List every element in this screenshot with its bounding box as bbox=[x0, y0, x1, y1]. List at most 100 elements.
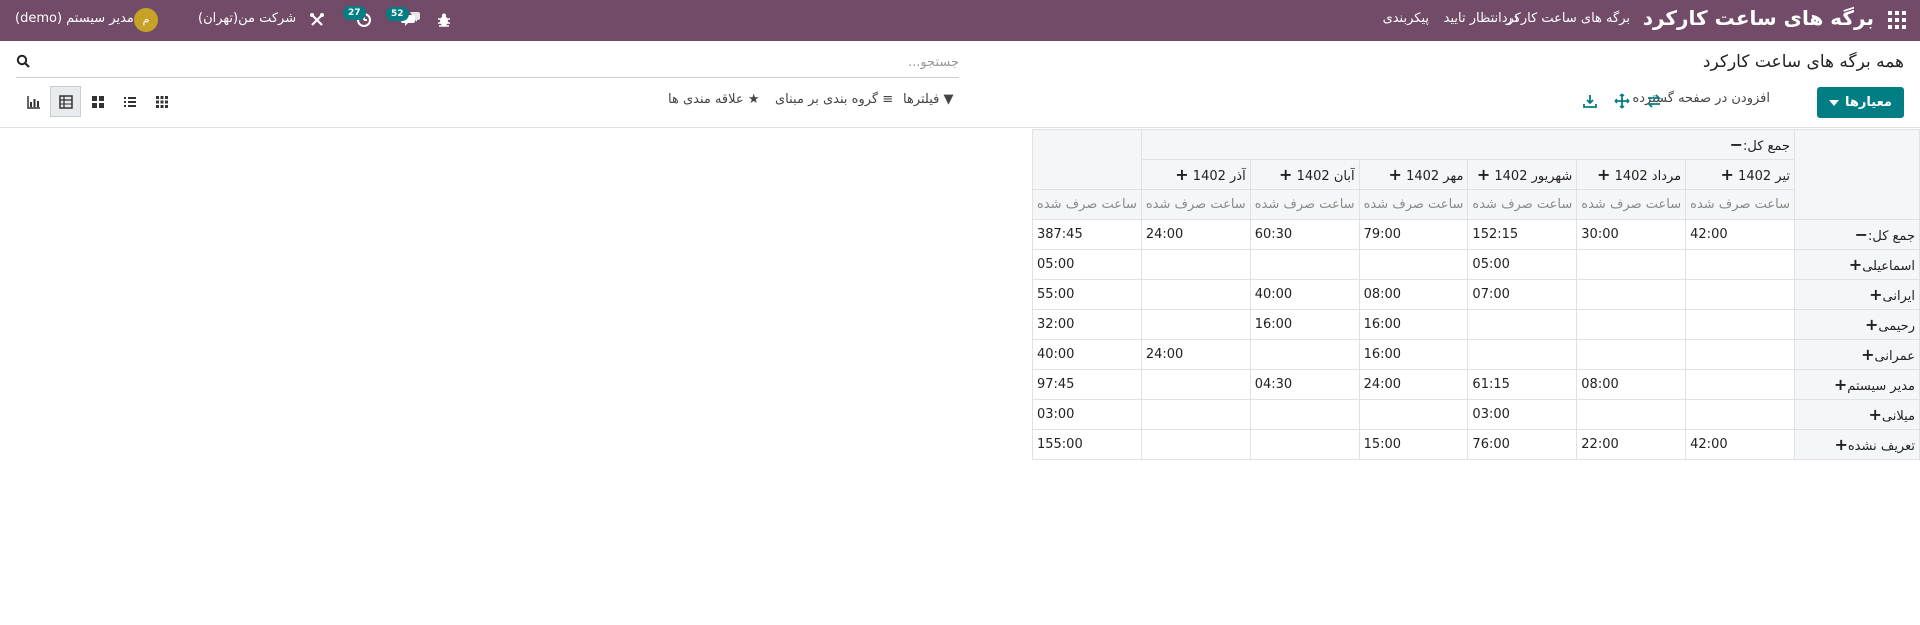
view-switch-list[interactable] bbox=[114, 86, 145, 117]
favorites-button[interactable]: ★ علاقه مندی ها bbox=[668, 92, 759, 107]
row-header[interactable]: عمرانی+ bbox=[1794, 339, 1920, 370]
menu-configuration[interactable]: پیکربندی bbox=[1383, 11, 1429, 26]
row-total-cell[interactable]: 97:45 bbox=[1031, 369, 1142, 400]
groupby-button[interactable]: ≡ گروه بندی بر مبنای bbox=[775, 92, 893, 107]
row-header[interactable]: مدیر سیستم+ bbox=[1794, 369, 1920, 400]
total-cell[interactable]: 60:30 bbox=[1249, 219, 1360, 250]
grand-total-cell[interactable]: 387:45 bbox=[1031, 219, 1142, 250]
measure-header[interactable]: ساعت صرف شده bbox=[1576, 189, 1687, 220]
search-input[interactable] bbox=[59, 50, 959, 74]
table-cell[interactable] bbox=[1140, 369, 1251, 400]
row-header[interactable]: میلانی+ bbox=[1794, 399, 1920, 430]
table-cell[interactable]: 16:00 bbox=[1249, 309, 1360, 340]
total-cell[interactable]: 79:00 bbox=[1358, 219, 1469, 250]
table-cell[interactable]: 61:15 bbox=[1467, 369, 1578, 400]
table-cell[interactable] bbox=[1249, 339, 1360, 370]
total-cell[interactable]: 24:00 bbox=[1140, 219, 1251, 250]
app-brand[interactable]: برگه های ساعت کارکرد bbox=[1643, 6, 1874, 30]
search-icon[interactable] bbox=[16, 54, 30, 68]
table-cell[interactable] bbox=[1140, 429, 1251, 460]
table-cell[interactable] bbox=[1685, 339, 1795, 370]
table-cell[interactable]: 24:00 bbox=[1140, 339, 1251, 370]
row-header[interactable]: اسماعیلی+ bbox=[1794, 249, 1920, 280]
menu-to-validate[interactable]: در انتظار تایید bbox=[1444, 11, 1518, 26]
view-switch-kanban[interactable] bbox=[82, 86, 113, 117]
table-cell[interactable]: 16:00 bbox=[1358, 309, 1469, 340]
table-cell[interactable]: 22:00 bbox=[1576, 429, 1687, 460]
row-total-cell[interactable]: 40:00 bbox=[1031, 339, 1142, 370]
row-total-cell[interactable]: 03:00 bbox=[1031, 399, 1142, 430]
table-cell[interactable]: 07:00 bbox=[1467, 279, 1578, 310]
table-cell[interactable]: 08:00 bbox=[1358, 279, 1469, 310]
table-cell[interactable] bbox=[1140, 279, 1251, 310]
tools-icon[interactable] bbox=[309, 12, 325, 28]
measure-header[interactable]: ساعت صرف شده bbox=[1031, 189, 1142, 220]
row-header-total[interactable]: جمع کل:− bbox=[1794, 219, 1920, 250]
table-cell[interactable]: 04:30 bbox=[1249, 369, 1360, 400]
row-total-cell[interactable]: 05:00 bbox=[1031, 249, 1142, 280]
table-cell[interactable] bbox=[1358, 249, 1469, 280]
view-switch-pivot[interactable] bbox=[50, 86, 81, 117]
avatar[interactable]: م bbox=[134, 8, 158, 32]
table-cell[interactable] bbox=[1685, 399, 1795, 430]
apps-menu-icon[interactable] bbox=[1888, 11, 1906, 29]
row-total-cell[interactable]: 155:00 bbox=[1031, 429, 1142, 460]
flip-axis-icon[interactable] bbox=[1646, 93, 1662, 109]
row-total-cell[interactable]: 55:00 bbox=[1031, 279, 1142, 310]
measure-header[interactable]: ساعت صرف شده bbox=[1467, 189, 1578, 220]
row-total-cell[interactable]: 32:00 bbox=[1031, 309, 1142, 340]
table-cell[interactable] bbox=[1358, 399, 1469, 430]
total-cell[interactable]: 152:15 bbox=[1467, 219, 1578, 250]
table-cell[interactable] bbox=[1685, 279, 1795, 310]
measures-button[interactable]: معیارها bbox=[1817, 87, 1904, 118]
table-cell[interactable] bbox=[1685, 249, 1795, 280]
row-header[interactable]: تعریف نشده+ bbox=[1794, 429, 1920, 460]
table-cell[interactable] bbox=[1576, 399, 1687, 430]
menu-timesheets[interactable]: برگه های ساعت کارکرد bbox=[1502, 11, 1630, 26]
col-header-month[interactable]: تیر 1402 + bbox=[1685, 159, 1795, 190]
total-cell[interactable]: 30:00 bbox=[1576, 219, 1687, 250]
filters-button[interactable]: ▼ فیلترها bbox=[903, 92, 954, 107]
measure-header[interactable]: ساعت صرف شده bbox=[1685, 189, 1795, 220]
table-cell[interactable]: 05:00 bbox=[1467, 249, 1578, 280]
table-cell[interactable]: 03:00 bbox=[1467, 399, 1578, 430]
table-cell[interactable] bbox=[1576, 339, 1687, 370]
company-switcher[interactable]: شرکت من(تهران) bbox=[198, 11, 296, 26]
expand-all-icon[interactable] bbox=[1614, 93, 1630, 109]
download-icon[interactable] bbox=[1582, 93, 1598, 109]
table-cell[interactable] bbox=[1685, 309, 1795, 340]
table-cell[interactable] bbox=[1685, 369, 1795, 400]
table-cell[interactable]: 42:00 bbox=[1685, 429, 1795, 460]
table-cell[interactable]: 08:00 bbox=[1576, 369, 1687, 400]
table-cell[interactable] bbox=[1576, 309, 1687, 340]
measure-header[interactable]: ساعت صرف شده bbox=[1358, 189, 1469, 220]
table-cell[interactable] bbox=[1249, 399, 1360, 430]
table-cell[interactable] bbox=[1467, 339, 1578, 370]
table-cell[interactable] bbox=[1467, 309, 1578, 340]
table-cell[interactable] bbox=[1140, 399, 1251, 430]
col-header-month[interactable]: مهر 1402 + bbox=[1358, 159, 1469, 190]
col-header-month[interactable]: شهریور 1402 + bbox=[1467, 159, 1578, 190]
user-menu[interactable]: مدیر سیستم (demo) bbox=[15, 11, 134, 26]
table-cell[interactable]: 15:00 bbox=[1358, 429, 1469, 460]
measure-header[interactable]: ساعت صرف شده bbox=[1249, 189, 1360, 220]
table-cell[interactable]: 24:00 bbox=[1358, 369, 1469, 400]
table-cell[interactable]: 16:00 bbox=[1358, 339, 1469, 370]
col-header-month[interactable]: آذر 1402 + bbox=[1140, 159, 1251, 190]
col-header-month[interactable]: مرداد 1402 + bbox=[1576, 159, 1687, 190]
total-cell[interactable]: 42:00 bbox=[1685, 219, 1795, 250]
view-switch-grid[interactable] bbox=[146, 86, 177, 117]
view-switch-graph[interactable] bbox=[18, 86, 49, 117]
row-header[interactable]: ایرانی+ bbox=[1794, 279, 1920, 310]
table-cell[interactable]: 76:00 bbox=[1467, 429, 1578, 460]
col-header-total[interactable]: جمع کل:− bbox=[1140, 129, 1796, 160]
table-cell[interactable] bbox=[1576, 279, 1687, 310]
col-header-month[interactable]: آبان 1402 + bbox=[1249, 159, 1360, 190]
table-cell[interactable] bbox=[1249, 249, 1360, 280]
table-cell[interactable] bbox=[1140, 249, 1251, 280]
debug-icon[interactable] bbox=[436, 12, 452, 28]
table-cell[interactable] bbox=[1140, 309, 1251, 340]
table-cell[interactable] bbox=[1249, 429, 1360, 460]
measure-header[interactable]: ساعت صرف شده bbox=[1140, 189, 1251, 220]
table-cell[interactable] bbox=[1576, 249, 1687, 280]
